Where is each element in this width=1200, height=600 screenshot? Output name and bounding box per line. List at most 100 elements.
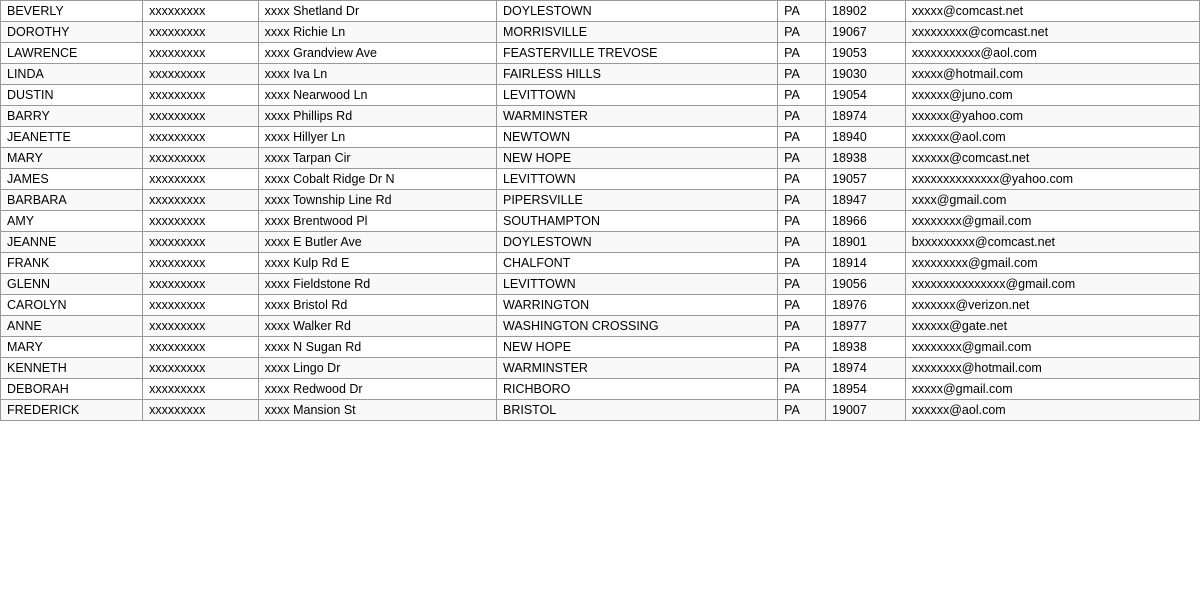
city-cell: DOYLESTOWN xyxy=(496,232,777,253)
zip-cell: 18914 xyxy=(826,253,906,274)
city-cell: SOUTHAMPTON xyxy=(496,211,777,232)
phone-cell: xxxxxxxxx xyxy=(143,169,258,190)
phone-cell: xxxxxxxxx xyxy=(143,190,258,211)
email-cell: xxxx@gmail.com xyxy=(905,190,1199,211)
address-cell: xxxx Mansion St xyxy=(258,400,496,421)
address-cell: xxxx Nearwood Ln xyxy=(258,85,496,106)
city-cell: NEW HOPE xyxy=(496,148,777,169)
address-cell: xxxx Fieldstone Rd xyxy=(258,274,496,295)
city-cell: WASHINGTON CROSSING xyxy=(496,316,777,337)
state-cell: PA xyxy=(778,106,826,127)
email-cell: xxxxxxxxxxxxxx@yahoo.com xyxy=(905,169,1199,190)
email-cell: xxxxx@hotmail.com xyxy=(905,64,1199,85)
table-row: FREDERICKxxxxxxxxxxxxx Mansion StBRISTOL… xyxy=(1,400,1200,421)
city-cell: NEWTOWN xyxy=(496,127,777,148)
phone-cell: xxxxxxxxx xyxy=(143,64,258,85)
first-name-cell: DEBORAH xyxy=(1,379,143,400)
city-cell: FAIRLESS HILLS xyxy=(496,64,777,85)
email-cell: xxxxxxxx@hotmail.com xyxy=(905,358,1199,379)
phone-cell: xxxxxxxxx xyxy=(143,148,258,169)
address-cell: xxxx Phillips Rd xyxy=(258,106,496,127)
table-row: BARRYxxxxxxxxxxxxx Phillips RdWARMINSTER… xyxy=(1,106,1200,127)
address-cell: xxxx Township Line Rd xyxy=(258,190,496,211)
city-cell: NEW HOPE xyxy=(496,337,777,358)
city-cell: WARRINGTON xyxy=(496,295,777,316)
zip-cell: 19053 xyxy=(826,43,906,64)
table-row: MARYxxxxxxxxxxxxx Tarpan CirNEW HOPEPA18… xyxy=(1,148,1200,169)
city-cell: MORRISVILLE xyxy=(496,22,777,43)
first-name-cell: KENNETH xyxy=(1,358,143,379)
table-row: GLENNxxxxxxxxxxxxx Fieldstone RdLEVITTOW… xyxy=(1,274,1200,295)
state-cell: PA xyxy=(778,43,826,64)
email-cell: xxxxxx@comcast.net xyxy=(905,148,1199,169)
city-cell: RICHBORO xyxy=(496,379,777,400)
first-name-cell: ANNE xyxy=(1,316,143,337)
state-cell: PA xyxy=(778,148,826,169)
table-row: ANNExxxxxxxxxxxxx Walker RdWASHINGTON CR… xyxy=(1,316,1200,337)
city-cell: LEVITTOWN xyxy=(496,169,777,190)
first-name-cell: JEANNE xyxy=(1,232,143,253)
first-name-cell: BARRY xyxy=(1,106,143,127)
table-row: AMYxxxxxxxxxxxxx Brentwood PlSOUTHAMPTON… xyxy=(1,211,1200,232)
city-cell: PIPERSVILLE xyxy=(496,190,777,211)
table-row: DOROTHYxxxxxxxxxxxxx Richie LnMORRISVILL… xyxy=(1,22,1200,43)
state-cell: PA xyxy=(778,127,826,148)
email-cell: xxxxx@comcast.net xyxy=(905,1,1199,22)
zip-cell: 18938 xyxy=(826,148,906,169)
address-cell: xxxx Walker Rd xyxy=(258,316,496,337)
address-cell: xxxx Kulp Rd E xyxy=(258,253,496,274)
zip-cell: 18901 xyxy=(826,232,906,253)
state-cell: PA xyxy=(778,400,826,421)
email-cell: xxxxxxxxx@comcast.net xyxy=(905,22,1199,43)
state-cell: PA xyxy=(778,316,826,337)
state-cell: PA xyxy=(778,253,826,274)
phone-cell: xxxxxxxxx xyxy=(143,295,258,316)
zip-cell: 19030 xyxy=(826,64,906,85)
city-cell: LEVITTOWN xyxy=(496,85,777,106)
phone-cell: xxxxxxxxx xyxy=(143,232,258,253)
phone-cell: xxxxxxxxx xyxy=(143,358,258,379)
zip-cell: 18966 xyxy=(826,211,906,232)
table-row: KENNETHxxxxxxxxxxxxx Lingo DrWARMINSTERP… xyxy=(1,358,1200,379)
state-cell: PA xyxy=(778,211,826,232)
first-name-cell: JEANETTE xyxy=(1,127,143,148)
table-row: MARYxxxxxxxxxxxxx N Sugan RdNEW HOPEPA18… xyxy=(1,337,1200,358)
state-cell: PA xyxy=(778,295,826,316)
phone-cell: xxxxxxxxx xyxy=(143,1,258,22)
phone-cell: xxxxxxxxx xyxy=(143,379,258,400)
email-cell: xxxxxxxx@gmail.com xyxy=(905,211,1199,232)
address-cell: xxxx Redwood Dr xyxy=(258,379,496,400)
zip-cell: 18902 xyxy=(826,1,906,22)
city-cell: BRISTOL xyxy=(496,400,777,421)
city-cell: DOYLESTOWN xyxy=(496,1,777,22)
table-row: LAWRENCExxxxxxxxxxxxx Grandview AveFEAST… xyxy=(1,43,1200,64)
first-name-cell: JAMES xyxy=(1,169,143,190)
phone-cell: xxxxxxxxx xyxy=(143,127,258,148)
state-cell: PA xyxy=(778,274,826,295)
zip-cell: 18977 xyxy=(826,316,906,337)
first-name-cell: DOROTHY xyxy=(1,22,143,43)
zip-cell: 18940 xyxy=(826,127,906,148)
zip-cell: 18954 xyxy=(826,379,906,400)
zip-cell: 19007 xyxy=(826,400,906,421)
phone-cell: xxxxxxxxx xyxy=(143,316,258,337)
address-cell: xxxx Hillyer Ln xyxy=(258,127,496,148)
state-cell: PA xyxy=(778,64,826,85)
phone-cell: xxxxxxxxx xyxy=(143,43,258,64)
city-cell: CHALFONT xyxy=(496,253,777,274)
phone-cell: xxxxxxxxx xyxy=(143,22,258,43)
first-name-cell: FRANK xyxy=(1,253,143,274)
phone-cell: xxxxxxxxx xyxy=(143,274,258,295)
state-cell: PA xyxy=(778,85,826,106)
email-cell: xxxxxxxx@gmail.com xyxy=(905,337,1199,358)
email-cell: xxxxxxx@verizon.net xyxy=(905,295,1199,316)
phone-cell: xxxxxxxxx xyxy=(143,253,258,274)
table-row: FRANKxxxxxxxxxxxxx Kulp Rd ECHALFONTPA18… xyxy=(1,253,1200,274)
first-name-cell: LAWRENCE xyxy=(1,43,143,64)
email-cell: xxxxxxxxxxx@aol.com xyxy=(905,43,1199,64)
first-name-cell: BARBARA xyxy=(1,190,143,211)
zip-cell: 18974 xyxy=(826,106,906,127)
city-cell: LEVITTOWN xyxy=(496,274,777,295)
email-cell: xxxxxxxxxxxxxxx@gmail.com xyxy=(905,274,1199,295)
phone-cell: xxxxxxxxx xyxy=(143,106,258,127)
